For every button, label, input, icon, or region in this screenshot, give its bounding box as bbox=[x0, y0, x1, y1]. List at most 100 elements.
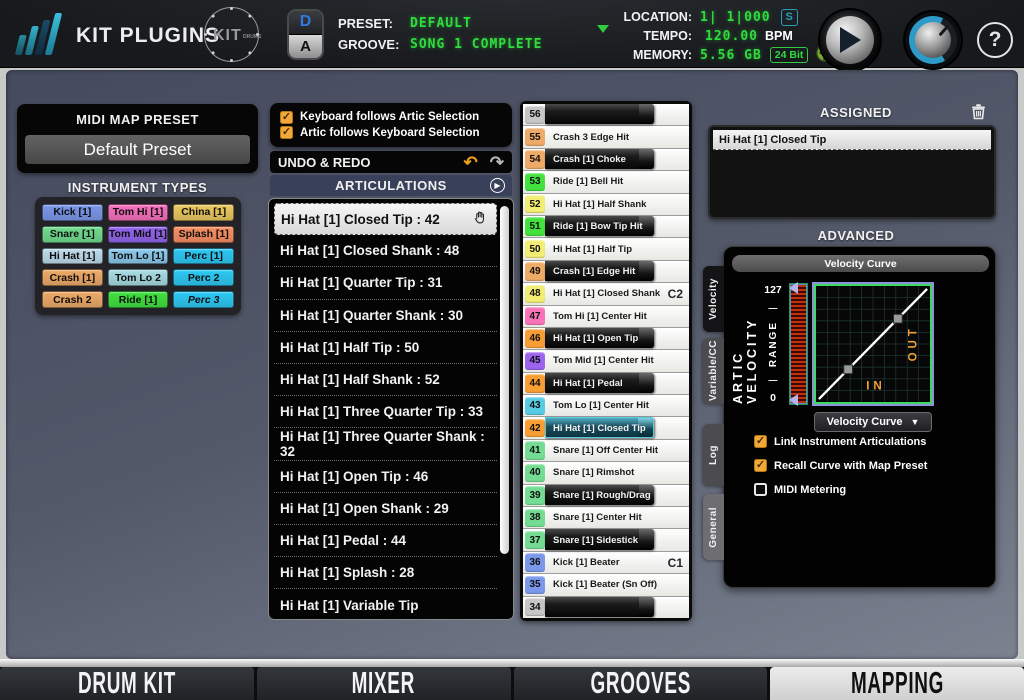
key-label: Snare [1] Sidestick bbox=[545, 535, 638, 546]
assigned-item[interactable]: Hi Hat [1] Closed Tip bbox=[713, 130, 991, 150]
articulation-item[interactable]: Hi Hat [1] Pedal : 44 bbox=[274, 525, 497, 557]
redo-icon[interactable]: ↷ bbox=[490, 154, 504, 171]
keyboard-key-44[interactable]: 44Hi Hat [1] Pedal bbox=[523, 373, 689, 395]
trash-icon[interactable] bbox=[970, 102, 987, 125]
play-button[interactable] bbox=[820, 10, 880, 70]
digital-toggle-option[interactable]: D bbox=[289, 11, 322, 35]
instrument-type-button[interactable]: Tom Hi [1] bbox=[108, 204, 169, 221]
bit-depth-badge[interactable]: 24 Bit bbox=[770, 47, 809, 63]
side-tab-label: Variable/CC bbox=[708, 340, 719, 401]
tab-mapping[interactable]: MAPPING bbox=[770, 667, 1024, 700]
checkbox-checked[interactable]: ✓ bbox=[754, 435, 767, 448]
articulations-scrollbar[interactable] bbox=[500, 206, 509, 554]
curve-handle[interactable] bbox=[894, 314, 903, 323]
help-button[interactable]: ? bbox=[977, 22, 1013, 58]
articulation-item[interactable]: Hi Hat [1] Closed Tip : 42 bbox=[274, 203, 497, 235]
articulation-item[interactable]: Hi Hat [1] Splash : 28 bbox=[274, 557, 497, 589]
instrument-type-button[interactable]: China [1] bbox=[173, 204, 234, 221]
curve-handle[interactable] bbox=[844, 365, 853, 374]
keyboard-key-41[interactable]: 41Snare [1] Off Center Hit bbox=[523, 440, 689, 462]
checkbox-unchecked[interactable] bbox=[754, 483, 767, 496]
keyboard-key-52[interactable]: 52Hi Hat [1] Half Shank bbox=[523, 194, 689, 216]
checkbox-checked[interactable]: ✓ bbox=[754, 459, 767, 472]
keyboard-key-34[interactable]: 34 bbox=[523, 597, 689, 618]
instrument-type-button[interactable]: Tom Lo 2 bbox=[108, 269, 169, 286]
analog-toggle-option[interactable]: A bbox=[289, 35, 322, 59]
checkbox-checked[interactable]: ✓ bbox=[280, 126, 293, 139]
dropdown-triangle-icon[interactable] bbox=[597, 25, 609, 33]
keyboard-key-42[interactable]: 42Hi Hat [1] Closed Tip bbox=[523, 417, 689, 439]
keyboard-key-40[interactable]: 40Snare [1] Rimshot bbox=[523, 462, 689, 484]
assigned-title: ASSIGNED bbox=[706, 105, 1006, 120]
keyboard-key-45[interactable]: 45Tom Mid [1] Center Hit bbox=[523, 350, 689, 372]
keyboard-key-46[interactable]: 46Hi Hat [1] Open Tip bbox=[523, 328, 689, 350]
keyboard-key-49[interactable]: 49Crash [1] Edge Hit bbox=[523, 261, 689, 283]
keyboard-key-35[interactable]: 35Kick [1] Beater (Sn Off) bbox=[523, 574, 689, 596]
articulation-label: Hi Hat [1] Open Tip : 46 bbox=[280, 469, 428, 484]
instrument-type-button[interactable]: Hi Hat [1] bbox=[42, 248, 103, 265]
instrument-type-button[interactable]: Tom Mid [1] bbox=[108, 226, 169, 243]
tempo-value[interactable]: 120.00 bbox=[700, 29, 758, 44]
instrument-type-button[interactable]: Crash 2 bbox=[42, 291, 103, 308]
tempo-label: TEMPO: bbox=[620, 29, 692, 43]
velocity-curve-dropdown[interactable]: Velocity Curve ▼ bbox=[814, 412, 932, 432]
instrument-type-button[interactable]: Ride [1] bbox=[108, 291, 169, 308]
digital-analog-toggle[interactable]: D A bbox=[287, 9, 324, 60]
instrument-type-button[interactable]: Perc 3 bbox=[173, 291, 234, 308]
tab-general[interactable]: General bbox=[703, 494, 724, 560]
keyboard-key-39[interactable]: 39Snare [1] Rough/Drag bbox=[523, 485, 689, 507]
volume-knob[interactable] bbox=[905, 12, 961, 68]
keyboard-key-48[interactable]: 48Hi Hat [1] Closed ShankC2 bbox=[523, 283, 689, 305]
preset-value[interactable]: DEFAULT bbox=[410, 16, 472, 31]
keyboard-key-55[interactable]: 55Crash 3 Edge Hit bbox=[523, 126, 689, 148]
velocity-curve-graph[interactable]: INOUT bbox=[814, 284, 932, 404]
articulation-item[interactable]: Hi Hat [1] Quarter Tip : 31 bbox=[274, 267, 497, 299]
keyboard-key-36[interactable]: 36Kick [1] BeaterC1 bbox=[523, 552, 689, 574]
articulation-item[interactable]: Hi Hat [1] Half Tip : 50 bbox=[274, 332, 497, 364]
tab-mixer[interactable]: MIXER bbox=[257, 667, 511, 700]
keyboard-key-53[interactable]: 53Ride [1] Bell Hit bbox=[523, 171, 689, 193]
instrument-type-button[interactable]: Perc 2 bbox=[173, 269, 234, 286]
instrument-type-button[interactable]: Snare [1] bbox=[42, 226, 103, 243]
key-body: Crash [1] Choke bbox=[545, 149, 689, 170]
tab-variable-cc[interactable]: Variable/CC bbox=[703, 338, 724, 404]
instrument-type-button[interactable]: Tom Lo [1] bbox=[108, 248, 169, 265]
velocity-range-slider[interactable] bbox=[790, 284, 807, 404]
articulation-item[interactable]: Hi Hat [1] Quarter Shank : 30 bbox=[274, 300, 497, 332]
keyboard-key-38[interactable]: 38Snare [1] Center Hit bbox=[523, 507, 689, 529]
undo-icon[interactable]: ↶ bbox=[464, 154, 478, 171]
tab-grooves[interactable]: GROOVES bbox=[514, 667, 768, 700]
articulation-item[interactable]: Hi Hat [1] Three Quarter Shank : 32 bbox=[274, 428, 497, 460]
articulation-item[interactable]: Hi Hat [1] Closed Shank : 48 bbox=[274, 235, 497, 267]
instrument-type-button[interactable]: Perc [1] bbox=[173, 248, 234, 265]
articulation-item[interactable]: Hi Hat [1] Half Shank : 52 bbox=[274, 364, 497, 396]
checkbox-checked[interactable]: ✓ bbox=[280, 111, 293, 124]
sync-badge[interactable]: S bbox=[781, 9, 798, 26]
checkbox-label: Link Instrument Articulations bbox=[774, 436, 926, 448]
keyboard-key-47[interactable]: 47Tom Hi [1] Center Hit bbox=[523, 306, 689, 328]
range-slider-bottom-handle[interactable] bbox=[789, 394, 798, 406]
groove-value[interactable]: SONG 1 COMPLETE bbox=[410, 37, 542, 52]
keyboard-key-37[interactable]: 37Snare [1] Sidestick bbox=[523, 529, 689, 551]
preview-play-icon[interactable]: ▶ bbox=[490, 178, 505, 193]
range-slider-top-handle[interactable] bbox=[789, 282, 798, 294]
keyboard-key-56[interactable]: 56 bbox=[523, 104, 689, 126]
tab-drum-kit[interactable]: DRUM KIT bbox=[0, 667, 254, 700]
drum-lug-dot bbox=[230, 59, 233, 62]
keyboard-key-43[interactable]: 43Tom Lo [1] Center Hit bbox=[523, 395, 689, 417]
key-body: Kick [1] Beater (Sn Off) bbox=[545, 574, 689, 595]
articulation-item[interactable]: Hi Hat [1] Variable Tip bbox=[274, 589, 497, 621]
tab-log[interactable]: Log bbox=[703, 424, 724, 486]
articulation-item[interactable]: Hi Hat [1] Open Shank : 29 bbox=[274, 493, 497, 525]
instrument-type-button[interactable]: Splash [1] bbox=[173, 226, 234, 243]
instrument-type-button[interactable]: Kick [1] bbox=[42, 204, 103, 221]
keyboard-key-50[interactable]: 50Hi Hat [1] Half Tip bbox=[523, 238, 689, 260]
preset-selector-button[interactable]: Default Preset bbox=[25, 135, 250, 164]
articulation-item[interactable]: Hi Hat [1] Open Tip : 46 bbox=[274, 461, 497, 493]
keyboard-key-51[interactable]: 51Ride [1] Bow Tip Hit bbox=[523, 216, 689, 238]
instrument-type-button[interactable]: Crash [1] bbox=[42, 269, 103, 286]
key-body: Ride [1] Bow Tip Hit bbox=[545, 216, 689, 237]
keyboard-key-54[interactable]: 54Crash [1] Choke bbox=[523, 149, 689, 171]
articulation-item[interactable]: Hi Hat [1] Three Quarter Tip : 33 bbox=[274, 396, 497, 428]
tab-velocity[interactable]: Velocity bbox=[703, 266, 724, 332]
